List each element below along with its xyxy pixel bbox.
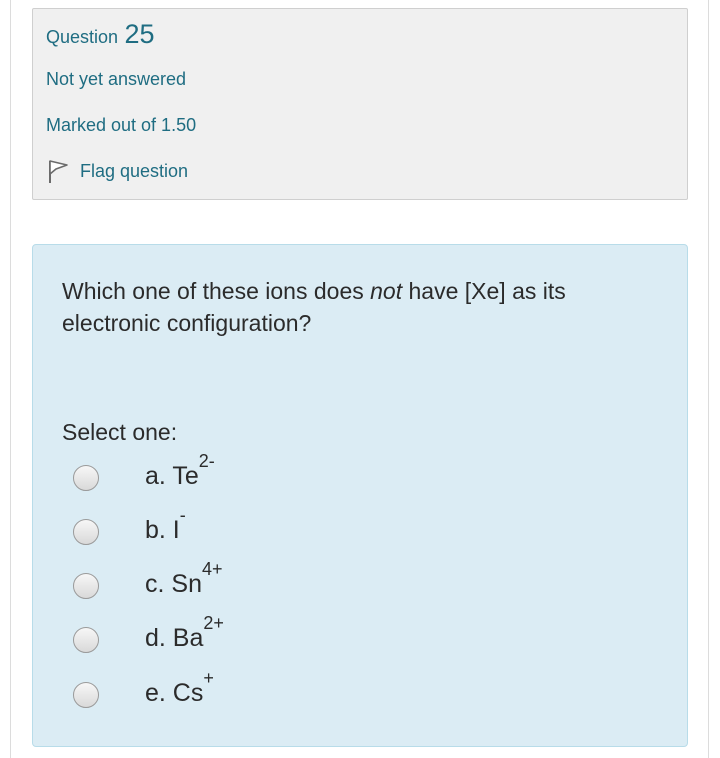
flag-icon bbox=[49, 160, 68, 183]
option-text: e. Cs bbox=[145, 679, 204, 707]
question-text-emphasis: not bbox=[370, 278, 403, 304]
ion-charge: 2- bbox=[198, 450, 215, 471]
question-number: 25 bbox=[124, 19, 155, 49]
option-label: e. Cs+ bbox=[145, 669, 214, 708]
answer-option-a[interactable]: a. Te2- bbox=[73, 452, 573, 497]
ion-charge: 2+ bbox=[203, 612, 224, 633]
option-text: d. Ba bbox=[145, 624, 204, 652]
answer-option-d[interactable]: d. Ba2+ bbox=[73, 614, 573, 659]
question-grade: Marked out of 1.50 bbox=[46, 115, 197, 135]
flag-question-label: Flag question bbox=[80, 160, 189, 181]
radio-button[interactable] bbox=[73, 573, 99, 599]
ion-charge: + bbox=[203, 667, 214, 688]
radio-button[interactable] bbox=[73, 682, 99, 708]
question-state: Not yet answered bbox=[46, 69, 187, 89]
radio-button[interactable] bbox=[73, 519, 99, 545]
flag-question-link[interactable]: Flag question bbox=[46, 158, 188, 184]
ion-charge: - bbox=[179, 504, 186, 525]
answer-option-c[interactable]: c. Sn4+ bbox=[73, 560, 573, 605]
option-label: d. Ba2+ bbox=[145, 614, 224, 653]
option-text: a. Te bbox=[145, 462, 199, 490]
question-label: Question bbox=[46, 27, 119, 47]
question-title: Question 25 bbox=[46, 19, 155, 50]
answer-option-b[interactable]: b. I- bbox=[73, 506, 573, 551]
option-text: b. I bbox=[145, 516, 180, 544]
answer-prompt: Select one: bbox=[62, 419, 178, 445]
ion-charge: 4+ bbox=[201, 558, 223, 579]
option-label: a. Te2- bbox=[145, 452, 215, 491]
question-info: Question 25 Not yet answered Marked out … bbox=[32, 8, 688, 200]
option-label: c. Sn4+ bbox=[145, 560, 223, 599]
option-label: b. I- bbox=[145, 506, 186, 545]
answer-option-e[interactable]: e. Cs+ bbox=[73, 669, 573, 714]
option-text: c. Sn bbox=[145, 570, 202, 598]
question-text: Which one of these ions does not have [X… bbox=[62, 275, 652, 339]
question-content: Which one of these ions does not have [X… bbox=[32, 244, 688, 747]
radio-button[interactable] bbox=[73, 627, 99, 653]
radio-button[interactable] bbox=[73, 465, 99, 491]
question-text-start: Which one of these ions does bbox=[62, 278, 371, 304]
